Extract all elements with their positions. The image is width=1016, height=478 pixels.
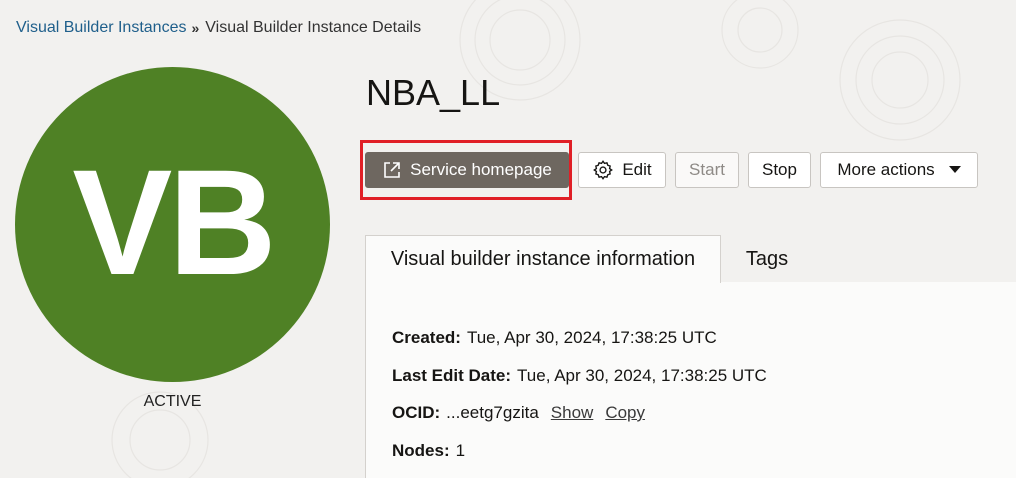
breadcrumb: Visual Builder Instances » Visual Builde… [16, 19, 421, 37]
nodes-value: 1 [455, 441, 466, 460]
stop-button[interactable]: Stop [748, 152, 811, 188]
nodes-row: Nodes: 1 [392, 441, 465, 461]
edit-button[interactable]: Edit [578, 152, 666, 188]
more-actions-label: More actions [837, 160, 935, 179]
last-edit-row: Last Edit Date: Tue, Apr 30, 2024, 17:38… [392, 366, 767, 386]
ocid-row: OCID: ...eetg7gzita Show Copy [392, 403, 645, 423]
ocid-label: OCID: [392, 403, 441, 422]
gear-icon [592, 159, 614, 181]
start-button[interactable]: Start [675, 152, 739, 188]
ocid-value: ...eetg7gzita [446, 403, 539, 422]
tab-bar: Visual builder instance information Tags [365, 235, 1016, 283]
avatar-initials: VB [72, 137, 276, 306]
breadcrumb-current: Visual Builder Instance Details [205, 19, 422, 36]
nodes-label: Nodes: [392, 441, 450, 460]
show-ocid-link[interactable]: Show [551, 403, 594, 423]
start-label: Start [689, 160, 725, 179]
tab-instance-information[interactable]: Visual builder instance information [365, 235, 721, 283]
created-label: Created: [392, 328, 461, 347]
tab-label: Visual builder instance information [390, 248, 696, 270]
created-value: Tue, Apr 30, 2024, 17:38:25 UTC [466, 328, 717, 347]
status-label: ACTIVE [143, 393, 202, 410]
caret-down-icon [948, 166, 961, 174]
tab-label: Tags [745, 247, 789, 270]
last-edit-label: Last Edit Date: [392, 366, 512, 385]
page-title: NBA_LL [366, 72, 501, 113]
more-actions-button[interactable]: More actions [820, 152, 978, 188]
last-edit-value: Tue, Apr 30, 2024, 17:38:25 UTC [517, 366, 767, 385]
highlight-box [360, 140, 572, 200]
edit-label: Edit [622, 160, 652, 179]
stop-label: Stop [762, 160, 797, 179]
breadcrumb-link-instances[interactable]: Visual Builder Instances [16, 19, 186, 37]
info-panel: Created: Tue, Apr 30, 2024, 17:38:25 UTC… [365, 282, 1016, 478]
tab-tags[interactable]: Tags [721, 235, 813, 283]
instance-avatar: VB [15, 67, 330, 382]
created-row: Created: Tue, Apr 30, 2024, 17:38:25 UTC [392, 328, 717, 348]
copy-ocid-link[interactable]: Copy [605, 403, 645, 423]
breadcrumb-separator: » [191, 20, 200, 36]
